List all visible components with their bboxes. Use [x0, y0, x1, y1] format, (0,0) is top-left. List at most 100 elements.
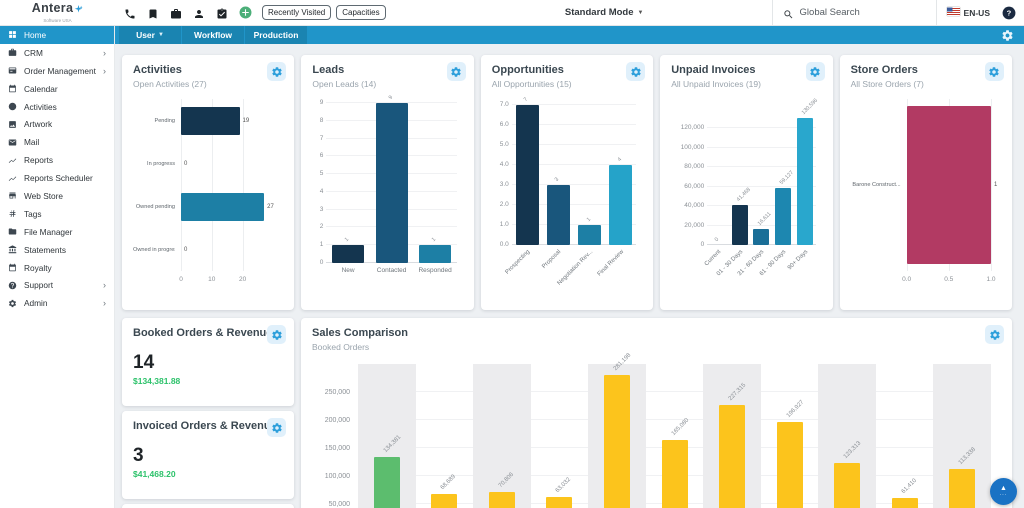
sidebar-item-label: Admin [24, 298, 96, 308]
scroll-top-button[interactable]: ▲ ··· [990, 478, 1017, 505]
sidebar-item-crm[interactable]: CRM› [0, 44, 114, 62]
add-icon[interactable] [239, 6, 252, 19]
help-button[interactable]: ? [1002, 6, 1016, 20]
sidebar-item-admin[interactable]: Admin› [0, 294, 114, 312]
unpaid-invoices-widget: Unpaid Invoices All Unpaid Invoices (19)… [660, 55, 832, 310]
sidebar-item-order-management[interactable]: Order Management› [0, 62, 114, 80]
bar-value-label: 165,080 [670, 417, 690, 437]
y-axis-tick: 200,000 [312, 417, 350, 424]
bar-value-label: 41,468 [735, 187, 751, 203]
phone-icon[interactable] [124, 7, 136, 19]
us-flag-icon [947, 7, 960, 18]
y-axis-tick: 6.0 [500, 121, 509, 128]
sidebar-item-support[interactable]: Support› [0, 276, 114, 294]
bar-3 [546, 497, 572, 508]
tab-label: Production [254, 30, 299, 40]
sidebar-item-activities[interactable]: Activities [0, 98, 114, 116]
svg-text:?: ? [1007, 8, 1012, 17]
sidebar-item-web-store[interactable]: Web Store [0, 187, 114, 205]
sidebar-item-label: Reports Scheduler [24, 173, 106, 183]
widget-subtitle: Open Activities (27) [133, 79, 283, 89]
tab-bar: User▼WorkflowProduction [115, 26, 1024, 44]
y-axis-tick: 9 [320, 99, 324, 106]
capacities-button[interactable]: Capacities [336, 5, 385, 20]
line-chart-icon [8, 174, 17, 183]
bar-value-label: 281,198 [613, 352, 633, 372]
bar-61 - 90 Days [775, 188, 791, 245]
store-orders-widget: Store Orders All Store Orders (7) 0.00.5… [840, 55, 1012, 310]
sidebar-item-royalty[interactable]: Royalty [0, 259, 114, 277]
sidebar-item-label: Web Store [24, 191, 106, 201]
y-axis-tick: 6 [320, 152, 324, 159]
widget-settings-button[interactable] [806, 62, 825, 81]
bookmark-icon[interactable] [147, 7, 159, 19]
partially-visible-widget [122, 504, 294, 508]
sidebar-item-artwork[interactable]: Artwork [0, 115, 114, 133]
briefcase-icon[interactable] [170, 7, 182, 19]
sidebar-item-reports-scheduler[interactable]: Reports Scheduler [0, 169, 114, 187]
slot: 61,410 [876, 364, 934, 508]
chevron-down-icon: ▼ [158, 32, 164, 38]
briefcase-icon [8, 48, 17, 57]
mode-label: Standard Mode [565, 7, 634, 18]
activities-chart: 01020190270PendingIn progressOwned pendi… [133, 91, 283, 285]
widget-settings-button[interactable] [447, 62, 466, 81]
sidebar-item-label: Home [24, 30, 106, 40]
person-icon[interactable] [193, 7, 205, 19]
global-search-input[interactable] [800, 7, 912, 18]
widget-settings-button[interactable] [267, 325, 286, 344]
widget-row-bottom: Booked Orders & Revenue 14 $134,381.88 I… [122, 318, 1012, 508]
invoiced-orders-count: 3 [133, 445, 283, 467]
band-slot: 227,315 [703, 364, 761, 508]
chevron-right-icon: › [103, 280, 106, 290]
widget-title: Store Orders [851, 64, 1001, 76]
widget-settings-button[interactable] [267, 418, 286, 437]
sidebar-item-statements[interactable]: Statements [0, 241, 114, 259]
widget-title: Sales Comparison [312, 327, 1001, 339]
bar-4 [604, 375, 630, 508]
booked-orders-count: 14 [133, 352, 283, 374]
store-orders-chart: 0.00.51.01Barone Construct... [851, 91, 1001, 285]
widget-settings-button[interactable] [985, 62, 1004, 81]
bar-31 - 60 Days [753, 229, 769, 245]
recently-visited-button[interactable]: Recently Visited [262, 5, 331, 20]
bar-Pending [181, 107, 240, 135]
tab-production[interactable]: Production [245, 26, 307, 44]
y-axis-tick: 2 [320, 223, 324, 230]
tasks-icon[interactable] [216, 7, 228, 19]
y-axis-tick: 4 [320, 188, 324, 195]
widget-settings-button[interactable] [985, 325, 1004, 344]
bank-icon [8, 245, 17, 254]
bar-value-label: 9 [387, 95, 393, 101]
y-axis-tick: 1.0 [500, 221, 509, 228]
chevron-down-icon: ▼ [638, 10, 644, 16]
locale-selector[interactable]: EN-US [937, 7, 1000, 18]
bar-value-label: 3 [554, 177, 560, 183]
toolbar-icons [124, 6, 252, 19]
sidebar-item-calendar[interactable]: Calendar [0, 80, 114, 98]
x-axis-category: Final Review [550, 249, 625, 324]
sidebar-item-reports[interactable]: Reports [0, 151, 114, 169]
sidebar-item-file-manager[interactable]: File Manager [0, 223, 114, 241]
tab-label: User [136, 30, 155, 40]
toolbar-buttons: Recently Visited Capacities [262, 5, 386, 20]
sidebar-item-tags[interactable]: Tags [0, 205, 114, 223]
brand-logo[interactable]: Antera Software USA [0, 2, 115, 24]
y-axis-tick: 80,000 [684, 163, 704, 170]
sidebar-item-home[interactable]: Home [0, 26, 114, 44]
widget-subtitle: All Unpaid Invoices (19) [671, 79, 821, 89]
widget-settings-button[interactable] [267, 62, 286, 81]
opportunities-widget: Opportunities All Opportunities (15) 731… [481, 55, 653, 310]
widget-subtitle: All Opportunities (15) [492, 79, 642, 89]
y-axis-category: Owned in progres... [133, 247, 175, 253]
tab-user[interactable]: User▼ [119, 26, 181, 44]
dashboard-settings-gear-icon[interactable] [1001, 29, 1014, 42]
sales-comparison-widget: Sales Comparison Booked Orders 250,00020… [301, 318, 1012, 508]
widget-settings-button[interactable] [626, 62, 645, 81]
bar-value-label: 227,315 [728, 382, 748, 402]
tab-workflow[interactable]: Workflow [182, 26, 244, 44]
sidebar-item-mail[interactable]: Mail [0, 133, 114, 151]
bar-value-label: 123,313 [843, 440, 863, 460]
mode-selector[interactable]: Standard Mode ▼ [565, 7, 644, 18]
bar-value-label: 63,032 [555, 476, 572, 493]
